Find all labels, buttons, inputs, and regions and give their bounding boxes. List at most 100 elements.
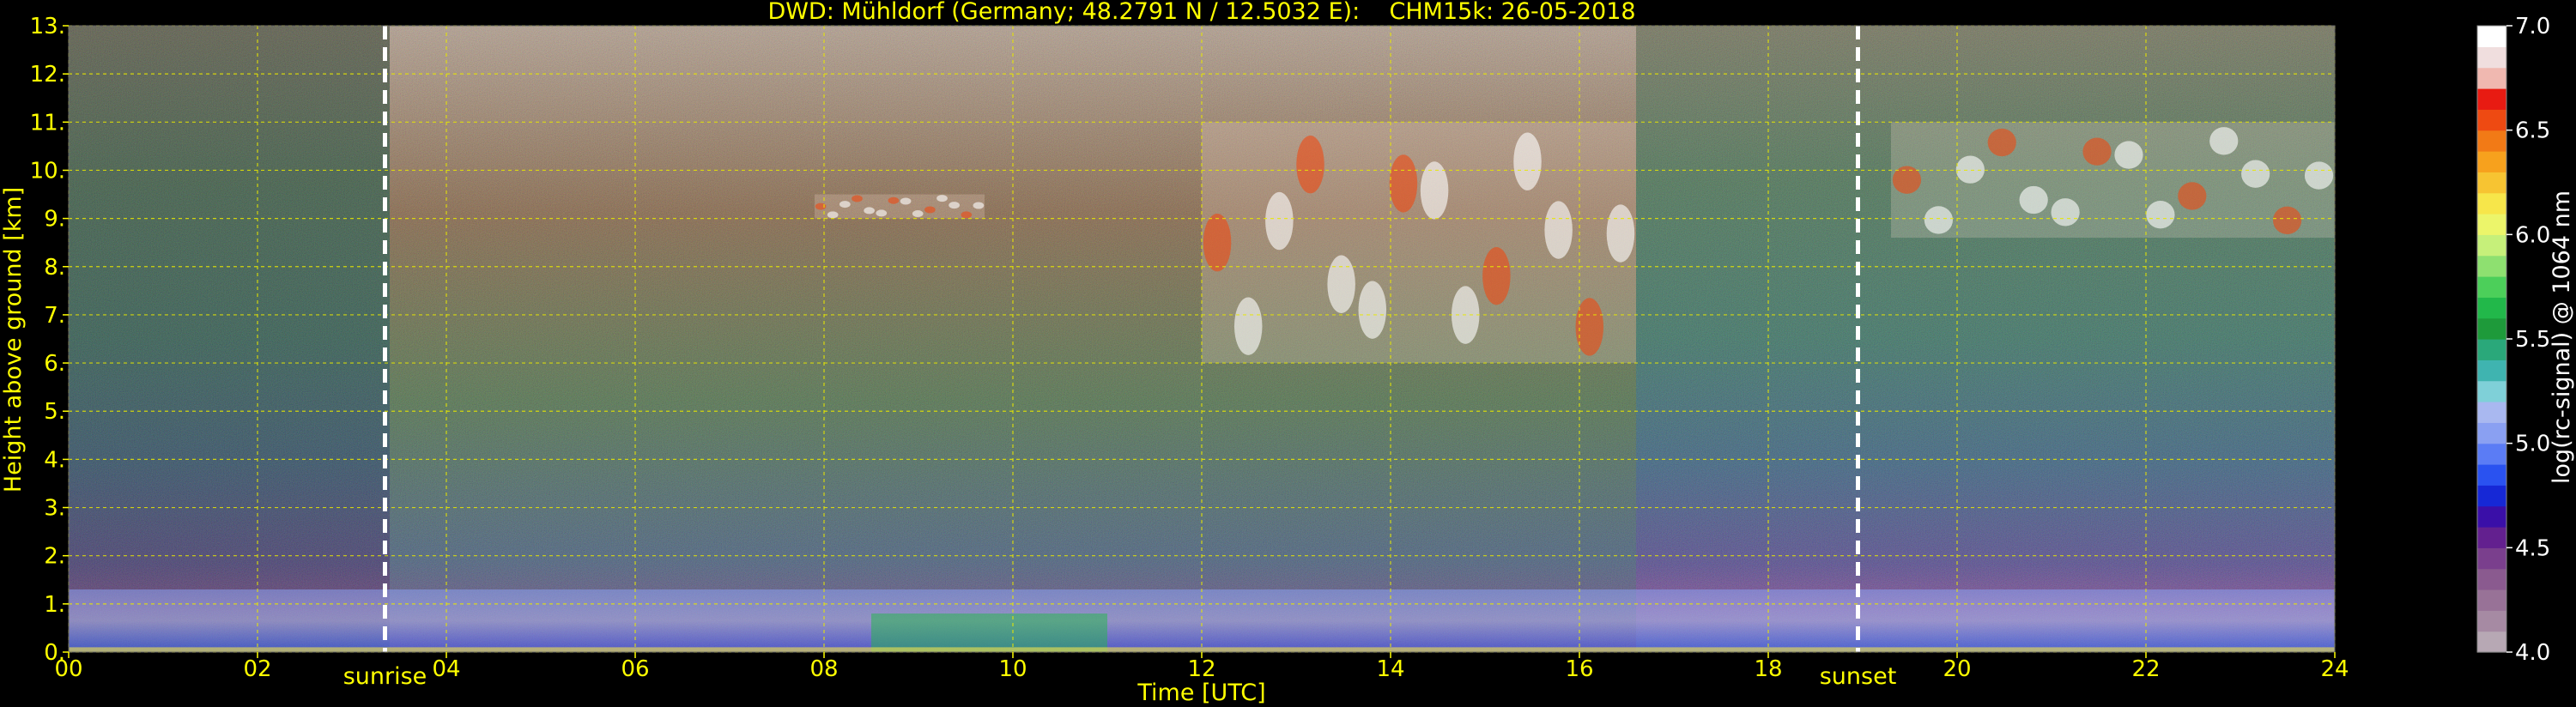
colorbar-segment: [2477, 568, 2506, 590]
y-tick-label: 7.: [44, 303, 65, 329]
colorbar-segment: [2477, 631, 2506, 653]
y-tick-label: 5.: [44, 399, 65, 425]
y-tick-label: 9.: [44, 207, 65, 233]
boundary-layer-green: [871, 613, 1107, 652]
colorbar-segment: [2477, 234, 2506, 257]
colorbar-segment: [2477, 214, 2506, 235]
cirrus-blob: [1265, 191, 1294, 251]
y-tick-label: 13.: [30, 14, 65, 39]
cirrus-blob: [852, 195, 863, 202]
cirrus-blob: [1327, 255, 1355, 313]
plot-area: sunrise sunset: [68, 25, 2336, 690]
colorbar-tick-label: 7.0: [2515, 14, 2550, 39]
x-tick-label: 22: [2131, 656, 2160, 682]
sunset-label: sunset: [1820, 663, 1897, 690]
colorbar-segment: [2477, 402, 2506, 423]
cirrus-blob: [1296, 136, 1324, 194]
cirrus-blob: [1482, 246, 1511, 305]
cirrus-blob: [1987, 128, 2016, 157]
cirrus-blob: [973, 202, 985, 209]
sunrise-label: sunrise: [343, 663, 427, 690]
cirrus-blob: [936, 195, 948, 202]
cirrus-blob: [1389, 154, 1418, 213]
colorbar-tick-label: 5.0: [2515, 432, 2550, 457]
cirrus-blob: [2209, 127, 2239, 155]
cirrus-blob: [1513, 132, 1542, 190]
cirrus-blob: [1203, 214, 1232, 272]
colorbar-segment: [2477, 172, 2506, 194]
cirrus-blob: [1358, 281, 1387, 339]
x-tick-label: 10: [998, 656, 1027, 682]
colorbar-segment: [2477, 610, 2506, 632]
colorbar-segment: [2477, 360, 2506, 382]
y-tick-label: 11.: [30, 110, 65, 136]
cirrus-blob: [912, 210, 924, 218]
y-tick-label: 1.: [44, 592, 65, 618]
colorbar-tick-label: 4.0: [2515, 640, 2550, 666]
colorbar-segment: [2477, 276, 2506, 298]
y-tick-label: 4.: [44, 447, 65, 473]
cirrus-blob: [949, 202, 961, 209]
x-tick-label: 20: [1943, 656, 1971, 682]
cirrus-blob: [900, 197, 912, 205]
colorbar-tick-label: 6.0: [2515, 222, 2550, 248]
cirrus-blob: [924, 206, 936, 214]
cirrus-blob: [827, 211, 839, 219]
lidar-figure: sunrise sunset 00 02 04 06 08 10 12 14 16 18 20 22 24…: [0, 0, 2575, 706]
colorbar-segment: [2477, 422, 2506, 444]
y-tick-label: 6.: [44, 351, 65, 377]
colorbar-segment: [2477, 317, 2506, 340]
chart-title: DWD: Mühldorf (Germany; 48.2791 N / 12.5…: [767, 0, 1635, 25]
cirrus-blob: [2146, 201, 2175, 229]
cirrus-blob: [1544, 201, 1573, 259]
colorbar-label: log(rc-signal) @ 1064 nm: [2549, 190, 2575, 484]
cirrus-blob: [1924, 206, 1954, 234]
x-tick-label: 06: [621, 656, 649, 682]
cirrus-blob: [2051, 198, 2080, 227]
x-tick-label: 18: [1754, 656, 1782, 682]
x-tick-label: 02: [243, 656, 271, 682]
cirrus-blob: [2019, 185, 2048, 215]
colorbar-tick-label: 4.5: [2515, 535, 2550, 561]
cirrus-blob: [2272, 206, 2302, 235]
colorbar-segment: [2477, 46, 2506, 69]
y-axis-label: Height above ground [km]: [0, 187, 27, 492]
colorbar-segment: [2477, 505, 2506, 528]
cirrus-blob: [2178, 182, 2207, 210]
cirrus-blob: [1955, 155, 1985, 184]
x-tick-label: 12: [1187, 656, 1215, 682]
colorbar-segment: [2477, 151, 2506, 172]
cirrus-blob: [1606, 204, 1635, 263]
y-tick-label: 0.: [44, 640, 65, 666]
cirrus-blob: [2241, 160, 2270, 188]
colorbar-segment: [2477, 527, 2506, 548]
y-axis: 0. 1. 2. 3. 4. 5. 6. 7. 8. 9. 10. 11. 12. 13.: [30, 14, 69, 666]
colorbar-segment: [2477, 485, 2506, 507]
colorbar-segment: [2477, 339, 2506, 360]
cirrus-blob: [1575, 298, 1604, 356]
x-tick-label: 14: [1376, 656, 1404, 682]
y-tick-label: 8.: [44, 255, 65, 281]
colorbar-segment: [2477, 297, 2506, 319]
x-tick-label: 24: [2320, 656, 2349, 682]
y-tick-label: 2.: [44, 544, 65, 570]
x-tick-label: 16: [1565, 656, 1593, 682]
colorbar-segment: [2477, 130, 2506, 152]
cirrus-blob: [1233, 297, 1263, 355]
colorbar-segment: [2477, 589, 2506, 611]
y-tick-label: 10.: [30, 158, 65, 184]
colorbar-segment: [2477, 255, 2506, 277]
colorbar-segment: [2477, 109, 2506, 131]
cirrus-blob: [2114, 141, 2143, 169]
y-tick-label: 3.: [44, 496, 65, 522]
colorbar-segment: [2477, 88, 2506, 110]
x-tick-label: 04: [432, 656, 460, 682]
colorbar: 4.0 4.5 5.0 5.5 6.0 6.5 7.0: [2476, 14, 2550, 666]
cirrus-blob: [2082, 137, 2112, 166]
colorbar-segment: [2477, 26, 2506, 47]
x-axis-label: Time [UTC]: [1136, 680, 1265, 706]
colorbar-segment: [2477, 443, 2506, 465]
colorbar-segment: [2477, 380, 2506, 402]
y-tick-label: 12.: [30, 62, 65, 88]
cirrus-blob: [839, 201, 851, 208]
